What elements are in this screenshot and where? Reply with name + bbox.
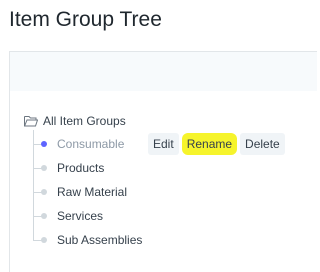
folder-open-icon — [24, 116, 38, 127]
tree-node-label: Services — [57, 209, 104, 223]
node-action-toolbar: Edit Rename Delete — [148, 133, 285, 155]
node-dot-icon — [41, 189, 47, 195]
tree-node-sub-assemblies[interactable]: Sub Assemblies — [33, 231, 142, 249]
tree-node-raw-material[interactable]: Raw Material — [33, 183, 127, 201]
selected-node-dot-icon — [41, 141, 47, 147]
tree-root-label: All Item Groups — [43, 114, 126, 128]
page-toolbar — [9, 51, 317, 92]
rename-button[interactable]: Rename — [181, 133, 238, 155]
node-dot-icon — [41, 213, 47, 219]
tree-node-consumable[interactable]: Consumable — [33, 135, 124, 153]
node-dot-icon — [41, 237, 47, 243]
tree-node-label: Raw Material — [57, 185, 128, 199]
tree-root[interactable]: All Item Groups — [24, 112, 126, 130]
tree-node-services[interactable]: Services — [33, 207, 103, 225]
delete-button[interactable]: Delete — [240, 133, 285, 155]
tree-node-label: Sub Assemblies — [57, 233, 143, 247]
page-title: Item Group Tree — [9, 8, 162, 31]
tree-node-label: Products — [57, 161, 105, 175]
node-dot-icon — [41, 165, 47, 171]
tree-node-label: Consumable — [57, 137, 125, 151]
item-group-tree-page: Item Group Tree All Item Groups Consumab… — [0, 0, 317, 272]
edit-button[interactable]: Edit — [148, 133, 179, 155]
tree-node-products[interactable]: Products — [33, 159, 104, 177]
